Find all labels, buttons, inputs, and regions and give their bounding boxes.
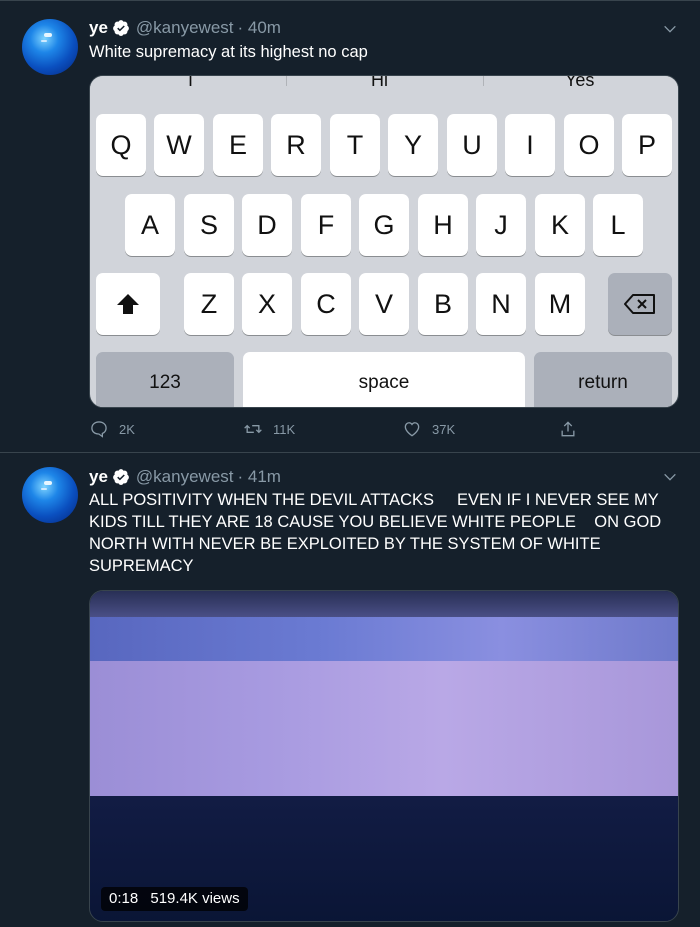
tweet[interactable]: ye @kanyewest · 40m White supremacy at i… [0, 0, 700, 453]
suggestion-divider [286, 76, 287, 86]
key: X [242, 273, 292, 335]
share-icon [561, 421, 575, 437]
retweet-count: 11K [273, 421, 296, 437]
key: T [330, 114, 380, 176]
avatar[interactable] [22, 19, 78, 75]
chevron-down-icon[interactable] [662, 469, 678, 485]
space-key: space [243, 352, 525, 407]
shift-key [96, 273, 160, 335]
key: F [301, 194, 351, 256]
share-button[interactable] [558, 419, 588, 439]
key: K [535, 194, 585, 256]
verified-icon [113, 20, 129, 36]
keyboard-row-1: Q W E R T Y U I O P [90, 114, 678, 176]
key: Z [184, 273, 234, 335]
suggestion: Yes [565, 75, 595, 90]
heart-icon [404, 422, 420, 437]
key: V [359, 273, 409, 335]
tweet-text: ALL POSITIVITY WHEN THE DEVIL ATTACKS EV… [89, 491, 666, 575]
tweet-image-keyboard[interactable]: I Hi Yes Q W E R T Y U I O P A S D F G H… [89, 75, 679, 408]
video-duration: 0:18 [109, 890, 139, 907]
timestamp[interactable]: · 40m [238, 17, 281, 39]
numbers-key: 123 [96, 352, 234, 407]
key: W [154, 114, 204, 176]
timestamp[interactable]: · 41m [238, 466, 281, 488]
suggestion-divider [483, 76, 484, 86]
key: A [125, 194, 175, 256]
key: R [271, 114, 321, 176]
keyboard-row-3: Z X C V B N M [90, 273, 678, 335]
video-views: 519.4K views [150, 890, 240, 907]
retweet-icon [244, 424, 262, 434]
video-frame [90, 661, 678, 801]
backspace-icon [624, 294, 655, 314]
backspace-key [608, 273, 672, 335]
tweet-header: ye @kanyewest · 40m [89, 17, 281, 39]
video-info-badge: 0:18 519.4K views [101, 887, 248, 911]
key: N [476, 273, 526, 335]
shift-icon [117, 294, 139, 314]
reply-button[interactable]: 2K [89, 419, 135, 439]
retweet-button[interactable]: 11K [243, 419, 295, 439]
tweet-text: White supremacy at its highest no cap [89, 43, 368, 61]
key: Y [388, 114, 438, 176]
key: E [213, 114, 263, 176]
key: O [564, 114, 614, 176]
key: H [418, 194, 468, 256]
return-key: return [534, 352, 672, 407]
keyboard-row-4: 123 space return [90, 352, 678, 407]
reply-icon [91, 421, 107, 438]
display-name[interactable]: ye [89, 17, 108, 39]
reply-count: 2K [119, 421, 135, 437]
like-count: 37K [432, 421, 456, 437]
key: G [359, 194, 409, 256]
suggestion: Hi [371, 75, 388, 90]
key: J [476, 194, 526, 256]
tweet[interactable]: ye @kanyewest · 41m ALL POSITIVITY WHEN … [0, 453, 700, 927]
tweet-video[interactable]: 0:18 519.4K views [89, 590, 679, 922]
key: L [593, 194, 643, 256]
key: U [447, 114, 497, 176]
key: D [242, 194, 292, 256]
key: S [184, 194, 234, 256]
suggestion: I [188, 75, 194, 90]
key: M [535, 273, 585, 335]
chevron-down-icon[interactable] [662, 21, 678, 37]
key: P [622, 114, 672, 176]
handle[interactable]: @kanyewest [136, 466, 234, 488]
like-button[interactable]: 37K [402, 419, 455, 439]
video-frame [90, 591, 678, 617]
key: B [418, 273, 468, 335]
key: Q [96, 114, 146, 176]
tweet-header: ye @kanyewest · 41m [89, 466, 281, 488]
tweet-actions: 2K 11K 37K [89, 419, 589, 445]
key: I [505, 114, 555, 176]
avatar[interactable] [22, 467, 78, 523]
keyboard-suggestions: I Hi Yes [90, 76, 678, 92]
handle[interactable]: @kanyewest [136, 17, 234, 39]
keyboard-row-2: A S D F G H J K L [90, 194, 678, 256]
display-name[interactable]: ye [89, 466, 108, 488]
verified-icon [113, 469, 129, 485]
key: C [301, 273, 351, 335]
